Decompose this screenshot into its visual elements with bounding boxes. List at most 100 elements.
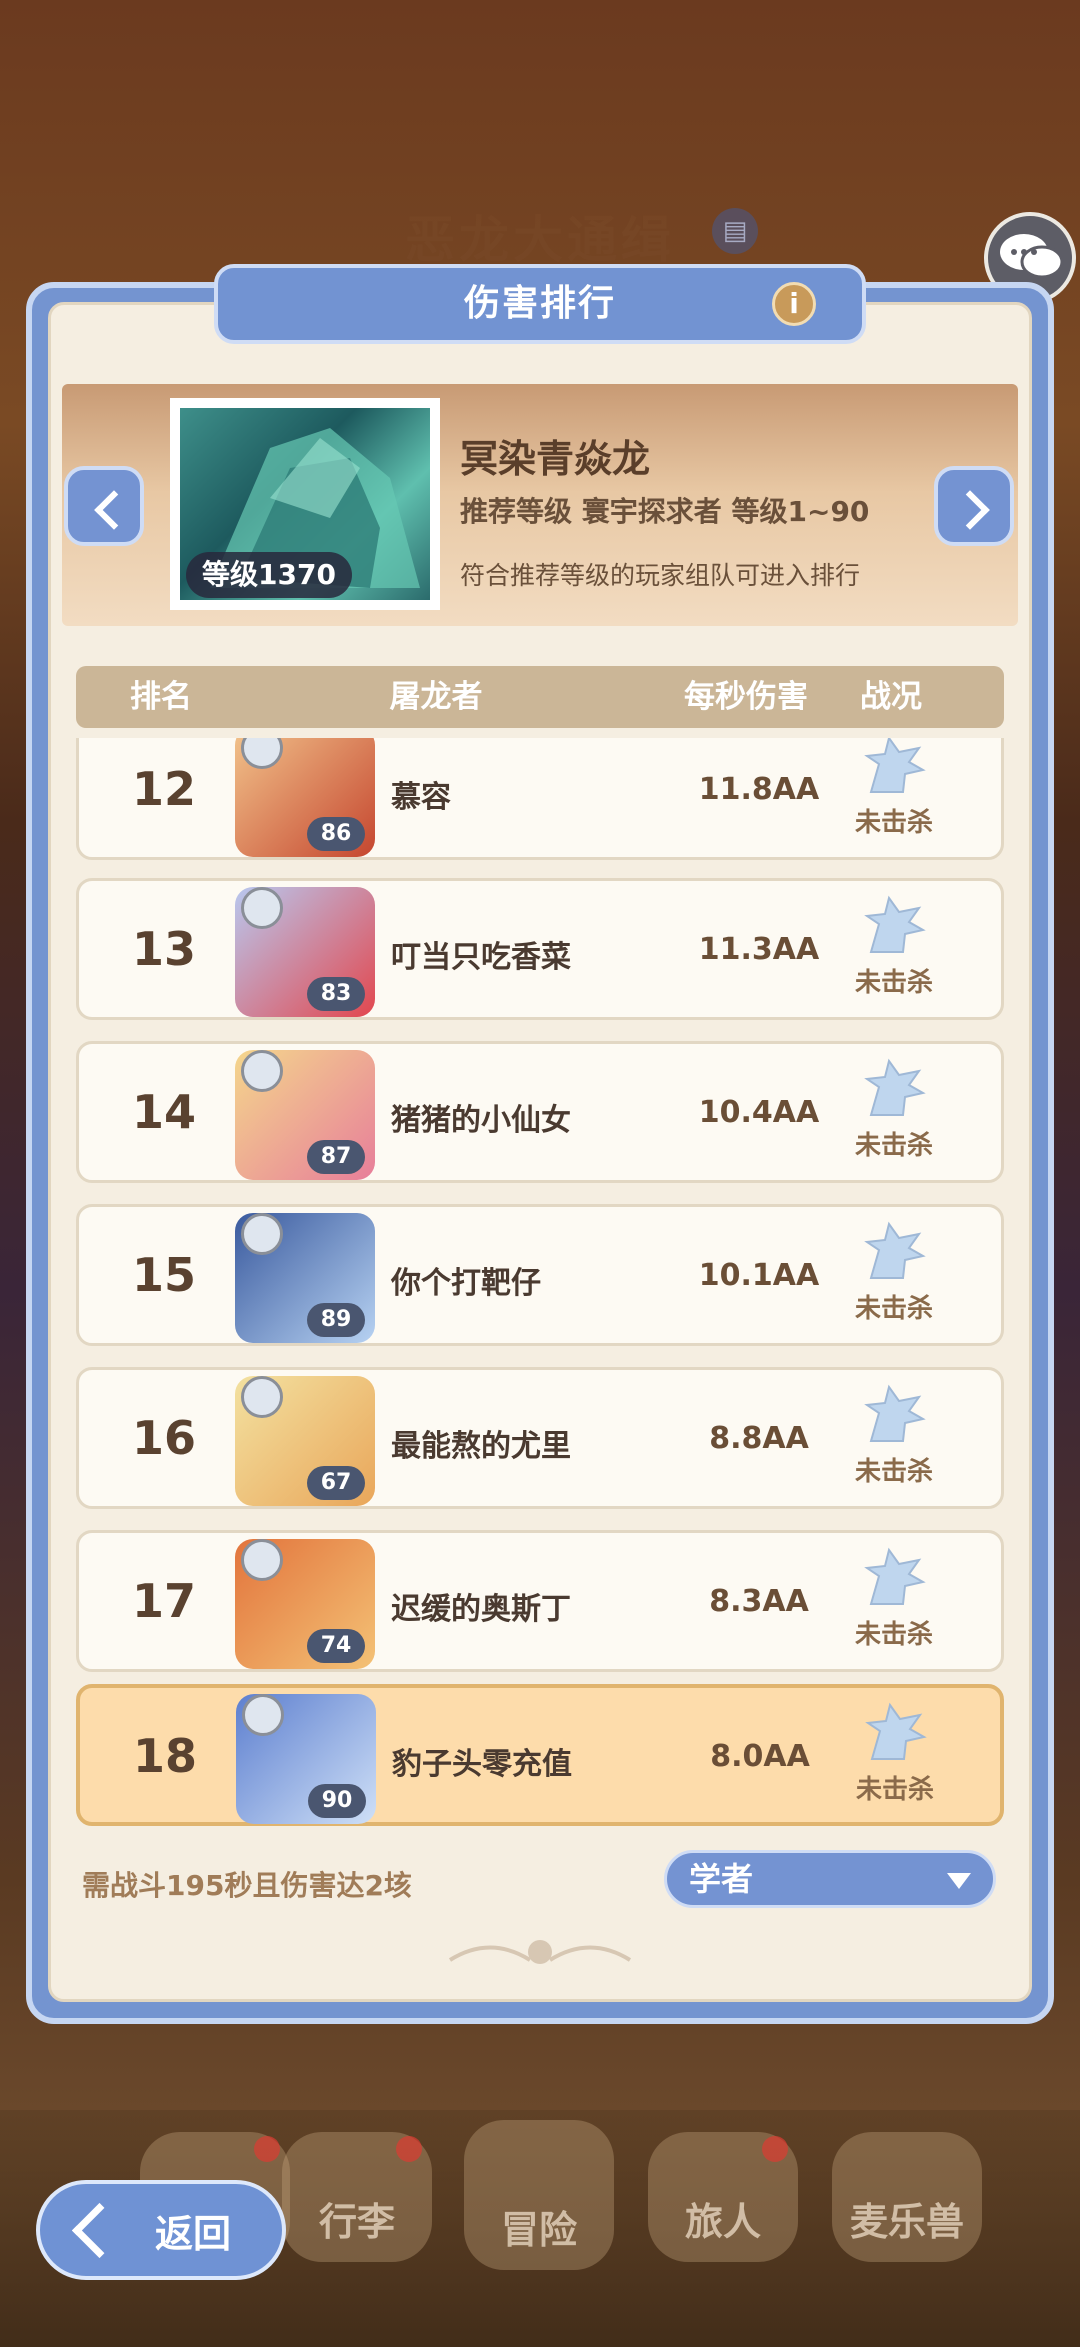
ranking-row[interactable]: 16 67 最能熬的尤里 8.8AA 未击杀 — [76, 1367, 1004, 1509]
background-event-title: 恶龙大通缉 — [405, 211, 675, 269]
boss-note: 符合推荐等级的玩家组队可进入排行 — [460, 561, 861, 590]
player-name: 猪猪的小仙女 — [391, 1103, 571, 1138]
player-level-badge: 90 — [308, 1784, 366, 1818]
guild-emblem-icon — [241, 738, 283, 769]
nav-label: 旅人 — [684, 2200, 761, 2244]
player-avatar[interactable]: 86 — [235, 738, 375, 857]
rank-number: 14 — [131, 1085, 196, 1139]
boss-level-badge: 等级1370 — [186, 552, 352, 598]
back-button-label: 返回 — [155, 2211, 232, 2256]
ranking-row[interactable]: 17 74 迟缓的奥斯丁 8.3AA 未击杀 — [76, 1530, 1004, 1672]
dragon-head-icon — [865, 1702, 927, 1760]
next-boss-button[interactable] — [934, 466, 1014, 546]
player-name: 叮当只吃香菜 — [391, 940, 571, 975]
kill-status: 未击杀 — [854, 968, 933, 998]
ranking-row[interactable]: 18 90 豹子头零充值 8.0AA 未击杀 — [76, 1684, 1004, 1826]
notification-badge — [396, 2136, 422, 2162]
player-dps: 10.4AA — [698, 1095, 820, 1130]
guild-emblem-icon — [242, 1694, 284, 1736]
chat-bubbles-icon — [1000, 234, 1064, 279]
ranking-row[interactable]: 15 89 你个打靶仔 10.1AA 未击杀 — [76, 1204, 1004, 1346]
header-dps: 每秒伤害 — [684, 679, 808, 715]
header-player: 屠龙者 — [389, 679, 483, 715]
chevron-right-icon — [950, 490, 990, 530]
header-status: 战况 — [860, 679, 922, 715]
rank-number: 15 — [131, 1248, 196, 1302]
ornament-icon — [448, 1940, 632, 1964]
player-dps: 11.8AA — [698, 772, 820, 807]
player-level-badge: 87 — [307, 1140, 365, 1174]
nav-item-adventure[interactable]: 冒险 — [464, 2120, 614, 2270]
player-dps: 8.3AA — [709, 1584, 809, 1619]
notification-badge — [762, 2136, 788, 2162]
dragon-head-icon — [864, 1384, 926, 1442]
player-dps: 8.0AA — [710, 1739, 810, 1774]
panel-title: 伤害排行 — [463, 283, 616, 324]
player-name: 豹子头零充值 — [392, 1747, 572, 1782]
rank-number: 18 — [132, 1729, 197, 1783]
guild-emblem-icon — [241, 1050, 283, 1092]
player-dps: 10.1AA — [698, 1258, 820, 1293]
nav-label: 麦乐兽 — [849, 2200, 964, 2244]
guild-emblem-icon — [241, 1376, 283, 1418]
kill-status: 未击杀 — [854, 1294, 933, 1324]
player-level-badge: 89 — [307, 1303, 365, 1337]
player-avatar[interactable]: 74 — [235, 1539, 375, 1669]
player-name: 最能熬的尤里 — [391, 1429, 571, 1464]
back-button[interactable]: 返回 — [36, 2180, 286, 2280]
boss-recommendation: 推荐等级 寰宇探求者 等级1~90 — [460, 495, 870, 528]
book-icon: ▤ — [712, 208, 758, 254]
player-name: 你个打靶仔 — [391, 1266, 541, 1301]
dragon-head-icon — [864, 1547, 926, 1605]
kill-status: 未击杀 — [854, 1457, 933, 1487]
rank-number: 12 — [131, 762, 196, 816]
nav-item-luggage[interactable]: 行李 — [282, 2132, 432, 2262]
panel-title-plate: 伤害排行 i — [214, 264, 866, 344]
rank-number: 17 — [131, 1574, 196, 1628]
nav-item-travelers[interactable]: 旅人 — [648, 2132, 798, 2262]
dropdown-caret-icon — [947, 1873, 971, 1889]
notification-badge — [254, 2136, 280, 2162]
header-rank: 排名 — [130, 679, 192, 715]
nav-item-pets[interactable]: 麦乐兽 — [832, 2132, 982, 2262]
player-avatar[interactable]: 83 — [235, 887, 375, 1017]
kill-status: 未击杀 — [854, 1620, 933, 1650]
guild-emblem-icon — [241, 1539, 283, 1581]
guild-emblem-icon — [241, 887, 283, 929]
dragon-head-icon — [864, 1058, 926, 1116]
info-icon[interactable]: i — [772, 282, 816, 326]
dragon-head-icon — [864, 1221, 926, 1279]
player-level-badge: 86 — [307, 817, 365, 851]
class-select-value: 学者 — [689, 1860, 754, 1898]
nav-label: 冒险 — [500, 2208, 577, 2252]
player-avatar[interactable]: 89 — [235, 1213, 375, 1343]
chevron-left-icon — [71, 2202, 128, 2258]
guild-emblem-icon — [241, 1213, 283, 1255]
class-select[interactable]: 学者 — [664, 1850, 996, 1908]
player-level-badge: 74 — [307, 1629, 365, 1663]
nav-label: 行李 — [318, 2200, 395, 2244]
ranking-row[interactable]: 12 86 慕容 11.8AA 未击杀 — [76, 738, 1004, 860]
dragon-head-icon — [864, 895, 926, 953]
ranking-list[interactable]: 12 86 慕容 11.8AA 未击杀 13 83 叮当只吃香菜 11.3AA … — [76, 738, 1004, 1830]
kill-status: 未击杀 — [854, 1131, 933, 1161]
player-name: 慕容 — [391, 780, 451, 815]
ranking-row[interactable]: 14 87 猪猪的小仙女 10.4AA 未击杀 — [76, 1041, 1004, 1183]
dragon-head-icon — [864, 738, 926, 793]
player-avatar[interactable]: 87 — [235, 1050, 375, 1180]
player-name: 迟缓的奥斯丁 — [391, 1592, 571, 1627]
kill-status: 未击杀 — [854, 808, 933, 838]
player-level-badge: 83 — [307, 977, 365, 1011]
player-avatar[interactable]: 90 — [236, 1694, 376, 1824]
chevron-left-icon — [94, 490, 134, 530]
kill-status: 未击杀 — [855, 1775, 934, 1805]
ranking-table-header: 排名 屠龙者 每秒伤害 战况 — [76, 666, 1004, 728]
rank-number: 16 — [131, 1411, 196, 1465]
player-level-badge: 67 — [307, 1466, 365, 1500]
prev-boss-button[interactable] — [64, 466, 144, 546]
ranking-row[interactable]: 13 83 叮当只吃香菜 11.3AA 未击杀 — [76, 878, 1004, 1020]
player-avatar[interactable]: 67 — [235, 1376, 375, 1506]
requirement-note: 需战斗195秒且伤害达2垓 — [82, 1869, 412, 1902]
boss-name: 冥染青焱龙 — [460, 437, 651, 481]
player-dps: 11.3AA — [698, 932, 820, 967]
